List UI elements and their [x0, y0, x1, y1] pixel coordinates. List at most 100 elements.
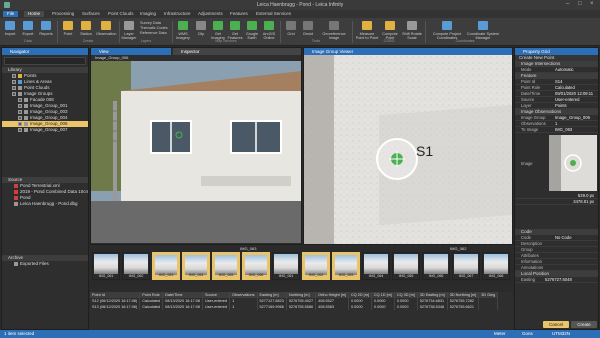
- property-row[interactable]: Annotations: [515, 265, 598, 271]
- navigator-search-input[interactable]: [4, 57, 86, 65]
- minimize-icon[interactable]: –: [566, 1, 569, 7]
- easting-row[interactable]: Easting 5276727.5048: [515, 277, 598, 283]
- reference-data-option[interactable]: Reference Data: [140, 31, 168, 36]
- checkbox[interactable]: [18, 121, 22, 126]
- layer-icon: [18, 73, 22, 78]
- menu-surfaces[interactable]: Surfaces: [78, 11, 104, 17]
- layer-icon: [24, 103, 28, 108]
- code-props: Code No Code Description Group Attributes Inf…: [515, 235, 598, 271]
- create-button[interactable]: Create: [571, 321, 597, 328]
- folder-icon: [14, 261, 18, 266]
- property-row[interactable]: Layer Points: [515, 103, 598, 109]
- image-thumbnail[interactable]: IMG_066: [422, 252, 450, 280]
- thumbnail-image: [335, 255, 357, 275]
- get-features-icon: [230, 21, 240, 30]
- checkbox[interactable]: [12, 85, 16, 90]
- feature-props: Point Id S14 Point Role Calculated Date/Time…: [515, 79, 598, 109]
- observation-icon: [101, 21, 111, 30]
- status-units[interactable]: Meter: [494, 330, 506, 338]
- checkbox[interactable]: [18, 115, 22, 120]
- view-panel: View Inspector Image_Group_006: [90, 47, 302, 245]
- thumbnail-image: [215, 255, 237, 275]
- checkbox[interactable]: [18, 109, 22, 114]
- image-thumbnail[interactable]: IMG_063: [152, 252, 180, 280]
- menu-external-services[interactable]: External Services: [252, 11, 295, 17]
- table-cell: 0.0000: [348, 304, 372, 310]
- view-tab[interactable]: View: [91, 48, 171, 55]
- table-cell: 5276755.6621: [447, 304, 480, 310]
- status-grid[interactable]: Gons: [522, 330, 533, 338]
- google-earth-icon: [247, 21, 257, 30]
- image-thumbnail[interactable]: IMG_062: [302, 252, 330, 280]
- image-viewer-canvas[interactable]: S1: [304, 55, 512, 244]
- thumbnail-image: [364, 254, 388, 274]
- inspector-tab[interactable]: Inspector: [173, 48, 301, 55]
- image-viewer-panel: Image Group Viewer S1: [303, 47, 513, 245]
- group-tools: Tools: [311, 39, 321, 43]
- menu-point-clouds[interactable]: Point Clouds: [104, 11, 138, 17]
- cancel-button[interactable]: Cancel: [543, 321, 569, 328]
- table-cell: 5277169.9966: [257, 304, 287, 310]
- image-thumbnail[interactable]: IMG_068: [482, 252, 510, 280]
- image-thumbnail[interactable]: IMG_066: [242, 252, 270, 280]
- table-row[interactable]: S13 (06/12/2020 16:17:08) Calculated 08/13…: [90, 304, 499, 310]
- checkbox[interactable]: [12, 73, 16, 78]
- measure-icon: [362, 21, 372, 30]
- filmstrip-label-right: IMG_062: [450, 246, 467, 251]
- source-item[interactable]: Leica Haenbrugg - Pond.dbg: [2, 201, 88, 207]
- ribbon-separator: [119, 21, 120, 43]
- thumbnail-image: [454, 254, 478, 274]
- table-cell: 5276738.5348: [417, 304, 448, 310]
- image-thumbnail[interactable]: IMG_061: [92, 252, 120, 280]
- menu-bar: File Home Processing Surfaces Point Clou…: [0, 10, 600, 18]
- checkbox[interactable]: [12, 91, 16, 96]
- thumbnail-image: [394, 254, 418, 274]
- coord-system-icon: [478, 21, 488, 30]
- image-thumbnail[interactable]: IMG_065: [392, 252, 420, 280]
- image-thumbnail[interactable]: IMG_064: [362, 252, 390, 280]
- import-icon: [5, 21, 15, 30]
- menu-features[interactable]: Features: [226, 11, 252, 17]
- checkbox[interactable]: [18, 97, 22, 102]
- menu-file[interactable]: File: [3, 11, 19, 17]
- window-title: Leica Haenbrugg - Pond - Leica Infinity: [256, 2, 344, 8]
- image-thumbnail[interactable]: IMG_067: [452, 252, 480, 280]
- menu-imaging[interactable]: Imaging: [136, 11, 160, 17]
- view-image[interactable]: [91, 61, 301, 243]
- layer-icon: [18, 79, 22, 84]
- point-label: S1: [416, 143, 434, 159]
- thumbnail-image: [484, 254, 508, 274]
- image-thumbnail[interactable]: IMG_065: [212, 252, 240, 280]
- checkbox[interactable]: [18, 103, 22, 108]
- export-icon: [23, 21, 33, 30]
- ribbon-separator: [425, 21, 426, 43]
- thumbnail-image: [155, 255, 177, 275]
- menu-processing[interactable]: Processing: [48, 11, 78, 17]
- group-cogo: COGO: [383, 39, 395, 43]
- image-thumbnail[interactable]: IMG_064: [182, 252, 210, 280]
- close-icon[interactable]: ×: [590, 1, 594, 7]
- table-cell: 08/13/2020 16:17:08: [162, 304, 203, 310]
- archive-item[interactable]: Exported Files: [2, 261, 88, 267]
- image-thumbnail[interactable]: IMG_061: [272, 252, 300, 280]
- station-icon: [81, 21, 91, 30]
- menu-infrastructure[interactable]: Infrastructure: [160, 11, 195, 17]
- clip-icon: [196, 21, 206, 30]
- layer-icon: [24, 109, 28, 114]
- image-thumbnail[interactable]: IMG_063: [332, 252, 360, 280]
- status-coord-system[interactable]: UTM32N: [552, 330, 570, 338]
- get-imagery-icon: [213, 21, 223, 30]
- checkbox[interactable]: [18, 127, 22, 132]
- group-layers: Layers: [140, 39, 152, 43]
- checkbox[interactable]: [12, 79, 16, 84]
- navigator-panel: Navigator Library Points Lines & Areas Poi…: [1, 47, 89, 330]
- image-thumbnail[interactable]: IMG_062: [122, 252, 150, 280]
- menu-adjustments[interactable]: Adjustments: [194, 11, 227, 17]
- building-photo: [91, 61, 301, 243]
- georeference-icon: [329, 21, 339, 30]
- wms-icon: [178, 21, 188, 30]
- image-viewer-header: Image Group Viewer: [304, 48, 512, 55]
- menu-home[interactable]: Home: [24, 11, 45, 17]
- maximize-icon[interactable]: □: [578, 1, 582, 7]
- mode-row[interactable]: Mode Automatic: [515, 67, 598, 73]
